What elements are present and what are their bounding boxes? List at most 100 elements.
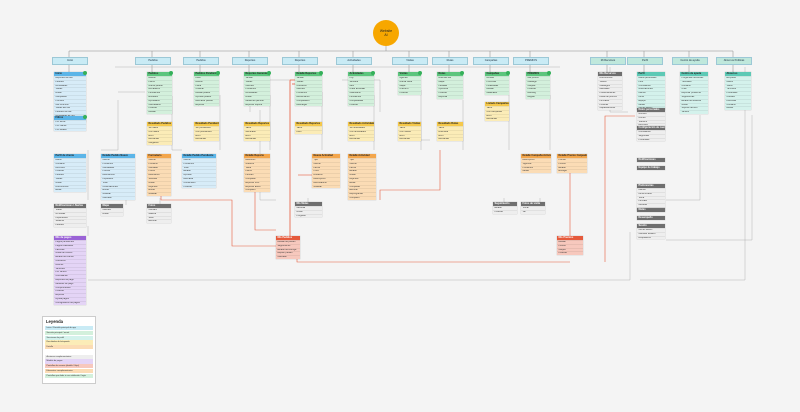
card-row[interactable]: Pedidos — [54, 223, 86, 227]
card-row[interactable]: Capacitaciones — [598, 106, 622, 111]
screen-card[interactable]: Mis Metas Mensual Anual Progreso — [295, 202, 322, 218]
card-row[interactable]: Reintentar — [437, 137, 463, 142]
screen-card[interactable]: Rutas Ruta del día Mapa Paradas Optimizar His… — [437, 70, 464, 99]
card-row[interactable]: Historial — [493, 209, 517, 214]
nav-item[interactable]: Reportes — [232, 57, 268, 65]
screen-card[interactable]: Equipo de trabajo — [637, 166, 665, 170]
card-row[interactable]: Reportar — [437, 94, 463, 99]
card-row[interactable]: Compartir — [348, 195, 376, 200]
card-row[interactable]: Cargando — [147, 141, 172, 145]
card-row[interactable]: Compartir — [244, 188, 270, 193]
screen-card[interactable]: Mapa Clientes Rutas — [101, 204, 123, 216]
card-row[interactable]: Entrega — [557, 169, 587, 174]
card-row[interactable]: Exportar reporte — [244, 102, 270, 107]
card-row[interactable]: Historial — [182, 184, 216, 189]
screen-card[interactable]: Inicio Reportes del día Pedidos Actividades… — [54, 70, 87, 122]
nav-item[interactable]: Perfil — [627, 57, 663, 65]
card-row[interactable]: Detalle — [147, 110, 172, 114]
card-row[interactable]: Dispositivos — [637, 235, 665, 240]
screen-card[interactable]: Actividades Hoy Semana Mes Crear actividad Ca… — [348, 70, 375, 107]
card-row[interactable]: Descargar — [295, 102, 322, 107]
nav-item[interactable]: Centro de ayuda — [672, 57, 708, 65]
card-row[interactable]: Redes — [725, 106, 751, 111]
screen-card[interactable]: Configuración de cuenta Contraseña Segurid… — [637, 126, 665, 142]
nav-item[interactable]: Inicio — [52, 57, 88, 65]
screen-card[interactable]: Notificaciones — [637, 158, 665, 162]
card-row[interactable]: Historial — [557, 251, 583, 256]
screen-card[interactable]: Desempeño — [637, 216, 665, 220]
nav-item[interactable]: Rutas — [432, 57, 468, 65]
card-row[interactable]: Editar — [54, 188, 86, 193]
screen-card[interactable]: Mis Premios Detalle Puntos Canjes Historial — [557, 236, 583, 256]
card-row[interactable]: Metas — [521, 169, 551, 174]
screen-card[interactable]: Detalle Pedido Pendiente Cliente Productos… — [182, 154, 216, 189]
screen-card[interactable]: Perfil de cliente Datos Contacto Dirección H… — [54, 154, 86, 193]
screen-card[interactable]: About us Empresa Misión Visión Términos Priva… — [725, 72, 751, 111]
screen-card[interactable]: Detalle Reportes Ventas Visitas Cobranza Cli… — [295, 70, 323, 107]
nav-item[interactable]: Reportes — [282, 57, 318, 65]
screen-card[interactable]: Sesión Cerrar sesión Cambiar usuario Dispos… — [637, 224, 665, 240]
screen-card[interactable]: Metas — [637, 208, 665, 212]
screen-card[interactable]: Reportes Generales Ventas Visitas Clientes P… — [244, 70, 271, 107]
screen-card[interactable]: Detalle Pedido Nuevo Cliente Productos Cant… — [101, 154, 135, 200]
screen-card[interactable]: Fotos Cámara Galería Subir Eliminar — [147, 204, 171, 224]
nav-item[interactable]: Campañas — [473, 57, 509, 65]
card-row[interactable]: Privacidad — [637, 137, 665, 142]
nav-item[interactable]: About us Politicas — [716, 57, 752, 65]
root-node[interactable]: Website AI — [373, 20, 399, 46]
card-row[interactable]: Rutas — [101, 211, 123, 216]
screen-card[interactable]: Mis Pedidos Detalle de pedido Seguimiento E… — [276, 236, 300, 259]
card-row[interactable]: Eliminar — [147, 219, 171, 224]
screen-card[interactable]: Seguimiento Estado Historial — [493, 202, 517, 214]
card-row[interactable]: Reintentar — [194, 137, 219, 142]
nav-item[interactable]: Visitas — [392, 57, 428, 65]
screen-card[interactable]: Resultado Rutas Vacío Ruta lista Error Reint… — [437, 122, 463, 142]
card-row[interactable]: Reintentar — [244, 137, 270, 142]
screen-card[interactable]: Resultado Pedidos Sin datos Con datos Error… — [147, 122, 172, 145]
screen-card[interactable]: Listado Campañas Vacío Con campañas Error Re… — [485, 102, 509, 122]
nav-item[interactable]: Mi Recursos — [590, 57, 626, 65]
nav-item[interactable]: PREMIOS — [513, 57, 549, 65]
card-row[interactable]: Cancelar — [276, 255, 300, 259]
card-row[interactable]: Cancelar — [101, 195, 135, 200]
screen-card[interactable]: Filtros Por fecha Por cliente Por estado — [54, 114, 87, 132]
screen-card[interactable]: Campañas Activas Próximas Finalizadas Detall… — [485, 70, 510, 95]
screen-card[interactable]: Centro de ayuda Preguntas frecuentes Tutor… — [680, 72, 708, 114]
card-row[interactable]: Reintentar — [485, 117, 509, 122]
card-row[interactable]: Ver — [521, 209, 545, 214]
card-row[interactable]: Progreso — [295, 213, 322, 218]
screen-card[interactable]: Resultado Reportes Vacío Generado Error Rein… — [244, 122, 270, 142]
screen-card[interactable]: Preferencias Idioma Zona horaria Tema Format… — [637, 184, 665, 211]
card-row[interactable]: Configuración de pagos — [54, 300, 86, 305]
screen-card[interactable]: Visitas Agenda Nueva visita Mapa Check-in His… — [398, 70, 422, 95]
screen-card[interactable]: Mis Recursos Documentos Videos Catálogos Man… — [598, 72, 622, 111]
screen-card[interactable]: Detalle Actividad Tipo Cliente Fecha Estado N… — [348, 154, 376, 200]
screen-card[interactable]: Pedidos Pendientes Lista Buscar Filtrar Orde… — [194, 70, 220, 107]
card-row[interactable]: Historial — [348, 102, 374, 107]
screen-card[interactable]: Nueva Actividad Tipo Cliente Fecha Hora Durac… — [312, 154, 340, 189]
screen-card[interactable]: Resultado Reportes Vacío Listo — [295, 122, 322, 134]
screen-card[interactable]: Resultado Actividades Sin actividades Con … — [348, 122, 374, 142]
card-row[interactable]: Historial — [398, 91, 421, 95]
screen-card[interactable]: Detalle Premio Canjeado Premio Puntos Estad… — [557, 154, 587, 174]
card-row[interactable]: Guardar — [147, 192, 171, 196]
screen-card[interactable]: Mis de pagos Pagos pendientes Pagos realiz… — [54, 236, 86, 305]
card-row[interactable]: Reintentar — [398, 137, 421, 142]
card-row[interactable]: Materiales — [485, 91, 509, 95]
card-row[interactable]: Reintentar — [348, 137, 374, 142]
card-row[interactable]: Versión — [680, 110, 708, 114]
screen-card[interactable]: Detalle Campaña Activa Descripción Vigenci… — [521, 154, 551, 174]
screen-card[interactable]: Formulario Cliente Producto Cantidad Precio D… — [147, 154, 171, 196]
screen-card[interactable]: Notificaciones / Alertas Todas No leídas Im… — [54, 204, 86, 227]
nav-item[interactable]: Pedidos — [183, 57, 219, 65]
screen-card[interactable]: Resultado Visitas Vacío Con visitas Error Re… — [398, 122, 421, 142]
screen-card[interactable]: Perfil Datos personales Foto Contraseña Noti… — [637, 72, 665, 111]
nav-item[interactable]: Actividades — [336, 57, 372, 65]
card-row[interactable]: Reglas — [526, 94, 550, 99]
screen-card[interactable]: Resultado PendientesSin pendientesCon pe… — [194, 122, 219, 142]
card-row[interactable]: Listo — [295, 129, 322, 134]
card-row[interactable]: Exportar — [194, 102, 219, 107]
screen-card[interactable]: Fotos de visita Tomar Ver — [521, 202, 545, 214]
card-row[interactable]: Guardar — [312, 184, 340, 189]
card-row[interactable]: Por estado — [54, 127, 86, 132]
